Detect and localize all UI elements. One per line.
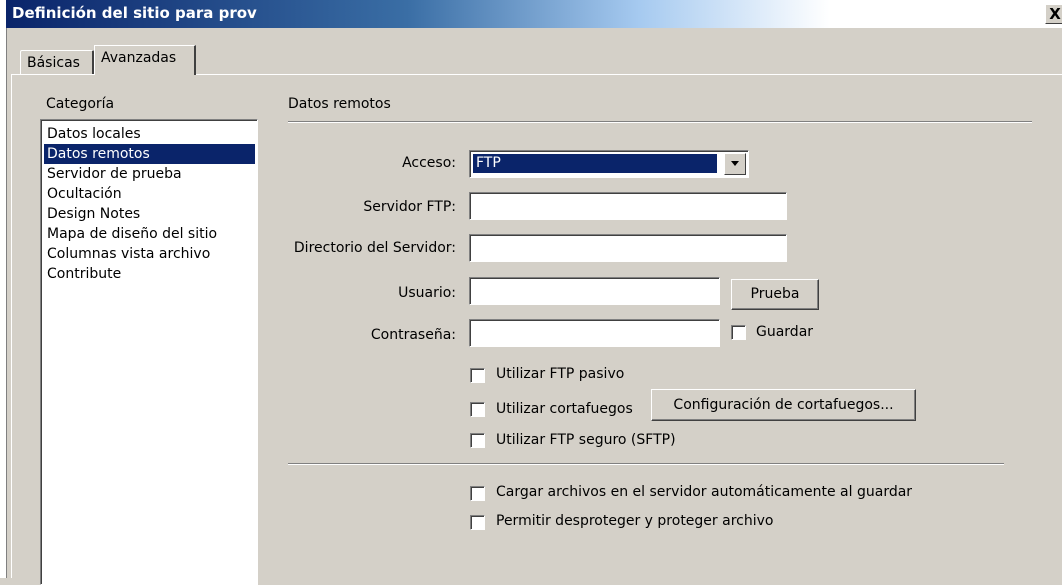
usuario-label: Usuario: xyxy=(398,285,456,301)
close-button[interactable]: X xyxy=(1045,4,1062,24)
servidor-ftp-input[interactable] xyxy=(469,192,787,220)
window-left-border xyxy=(0,0,7,578)
acceso-label: Acceso: xyxy=(402,155,456,171)
guardar-label: Guardar xyxy=(756,324,814,340)
acceso-value: FTP xyxy=(473,154,717,173)
desproteger-label: Permitir desproteger y proteger archivo xyxy=(496,513,774,529)
servidor-ftp-label: Servidor FTP: xyxy=(363,199,456,215)
category-item-mapa-de-diseno[interactable]: Mapa de diseño del sitio xyxy=(44,224,255,244)
close-icon: X xyxy=(1049,5,1061,23)
guardar-checkbox[interactable] xyxy=(731,325,746,340)
chevron-down-icon xyxy=(731,161,739,166)
window-title: Definición del sitio para prov xyxy=(12,4,257,22)
category-item-datos-remotos[interactable]: Datos remotos xyxy=(44,144,255,164)
cargar-auto-label: Cargar archivos en el servidor automátic… xyxy=(496,484,913,500)
directorio-input[interactable] xyxy=(469,234,787,262)
category-label: Categoría xyxy=(46,96,115,112)
tab-panel-left-edge xyxy=(11,74,12,578)
ftp-pasivo-label: Utilizar FTP pasivo xyxy=(496,366,625,382)
category-item-design-notes[interactable]: Design Notes xyxy=(44,204,255,224)
desproteger-checkbox[interactable] xyxy=(470,515,485,530)
acceso-select[interactable]: FTP xyxy=(469,150,749,178)
tab-avanzadas[interactable]: Avanzadas xyxy=(94,45,196,75)
cargar-auto-checkbox[interactable] xyxy=(470,486,485,501)
ftp-seguro-label: Utilizar FTP seguro (SFTP) xyxy=(496,432,676,448)
category-list[interactable]: Datos locales Datos remotos Servidor de … xyxy=(40,119,258,585)
category-item-ocultacion[interactable]: Ocultación xyxy=(44,184,255,204)
category-item-contribute[interactable]: Contribute xyxy=(44,264,255,284)
contrasena-label: Contraseña: xyxy=(370,327,456,343)
prueba-button[interactable]: Prueba xyxy=(731,279,819,310)
title-bar: Definición del sitio para prov X xyxy=(6,0,1062,28)
tab-panel-edge xyxy=(196,74,1062,75)
configuracion-cortafuegos-button[interactable]: Configuración de cortafuegos... xyxy=(651,389,916,421)
ftp-pasivo-checkbox[interactable] xyxy=(470,368,485,383)
contrasena-input[interactable] xyxy=(469,319,720,347)
category-item-columnas-vista-archivo[interactable]: Columnas vista archivo xyxy=(44,244,255,264)
options-divider xyxy=(288,463,1004,465)
category-item-datos-locales[interactable]: Datos locales xyxy=(44,124,255,144)
section-divider xyxy=(288,121,1032,123)
cortafuegos-checkbox[interactable] xyxy=(470,402,485,417)
tab-panel-edge xyxy=(11,74,94,75)
ftp-seguro-checkbox[interactable] xyxy=(470,433,485,448)
usuario-input[interactable] xyxy=(469,277,720,305)
dropdown-button[interactable] xyxy=(724,153,746,175)
directorio-label: Directorio del Servidor: xyxy=(293,240,456,256)
category-item-servidor-de-prueba[interactable]: Servidor de prueba xyxy=(44,164,255,184)
section-title: Datos remotos xyxy=(288,96,391,112)
tab-basicas[interactable]: Básicas xyxy=(20,50,94,74)
cortafuegos-label: Utilizar cortafuegos xyxy=(496,401,633,417)
